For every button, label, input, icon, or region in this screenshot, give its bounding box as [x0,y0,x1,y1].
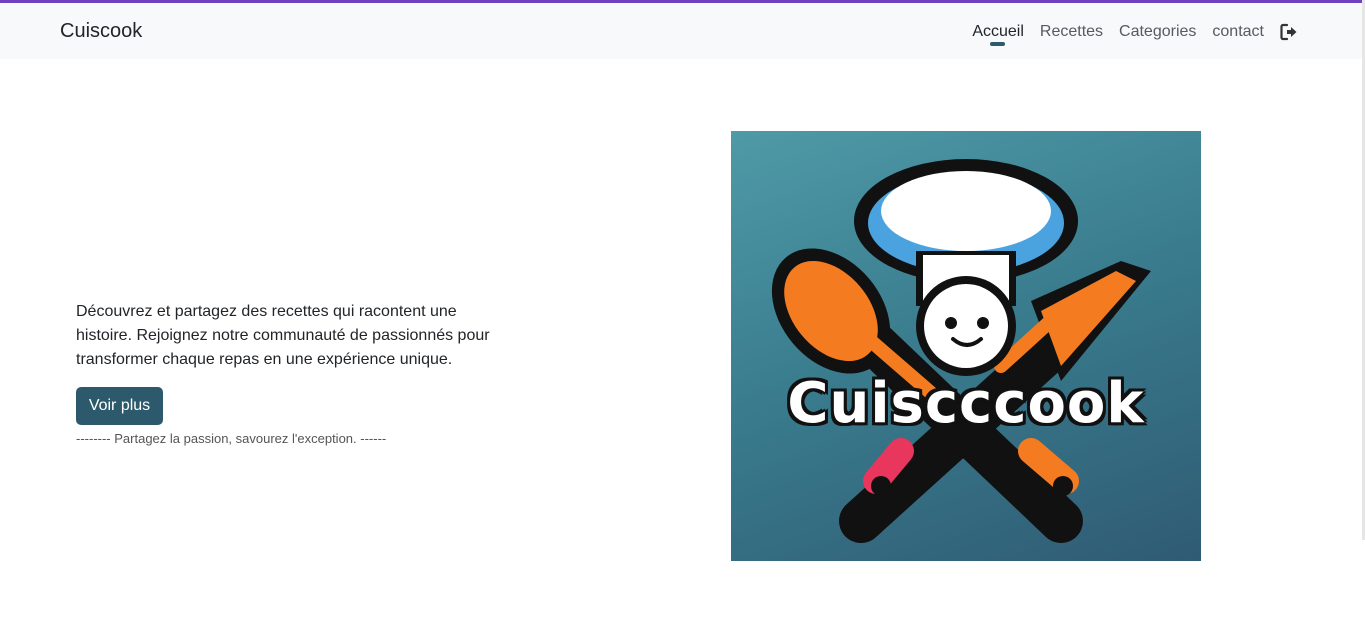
active-indicator [990,42,1006,46]
nav-item-recettes[interactable]: Recettes [1040,22,1103,42]
logo-wordmark: Cuiscccook [787,371,1145,436]
nav-item-categories[interactable]: Categories [1119,22,1196,42]
sign-out-icon[interactable] [1280,23,1298,41]
nav-item-accueil[interactable]: Accueil [972,22,1024,46]
nav-item-contact[interactable]: contact [1212,22,1264,42]
hero-tagline: -------- Partagez la passion, savourez l… [76,431,387,446]
voir-plus-button[interactable]: Voir plus [76,387,163,425]
nav-item-label: Accueil [972,23,1024,40]
hero-description: Découvrez et partagez des recettes qui r… [76,303,490,368]
nav-links: Accueil Recettes Categories contact [956,22,1298,46]
brand-logo-text[interactable]: Cuiscook [60,20,142,43]
cuiscook-logo-image: Cuiscccook [731,131,1201,561]
chef-logo-illustration [771,159,1151,543]
navbar: Cuiscook Accueil Recettes Categories con… [0,3,1362,59]
